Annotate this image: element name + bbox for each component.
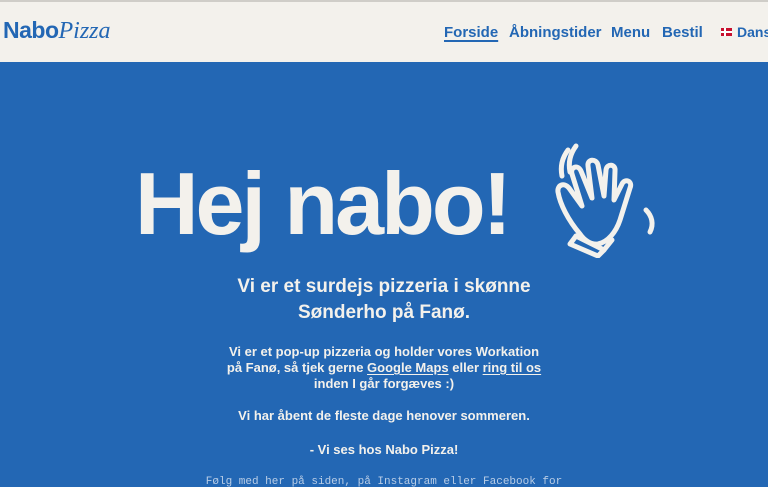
opening-note: Vi har åbent de fleste dage henover somm… (238, 408, 530, 423)
site-header: NaboPizza Forside Åbningstider Menu Best… (0, 0, 768, 62)
main-nav: Forside Åbningstider Menu Bestil (0, 24, 768, 46)
nav-forside[interactable]: Forside (444, 24, 498, 41)
nav-menu[interactable]: Menu (611, 24, 650, 41)
intro-text-2: eller (448, 360, 483, 375)
language-label: Dans (737, 24, 768, 40)
waving-hand-icon (555, 143, 655, 258)
google-maps-link[interactable]: Google Maps (367, 360, 449, 375)
intro-text-3: inden I går forgæves :) (313, 376, 455, 391)
language-selector[interactable]: Dans (721, 24, 768, 40)
hero-subtitle: Vi er et surdejs pizzeria i skønne Sønde… (237, 276, 531, 323)
nav-bestil[interactable]: Bestil (662, 24, 703, 41)
follow-text: Følg med her på siden, på Instagram elle… (205, 476, 563, 487)
nav-abningstider[interactable]: Åbningstider (509, 24, 602, 41)
call-us-link[interactable]: ring til os (483, 360, 542, 375)
hero-title: Hej nabo! (135, 154, 512, 253)
intro-paragraph: Vi er et pop-up pizzeria og holder vores… (222, 344, 546, 392)
danish-flag-icon (721, 28, 732, 36)
signoff: - Vi ses hos Nabo Pizza! (309, 442, 459, 457)
